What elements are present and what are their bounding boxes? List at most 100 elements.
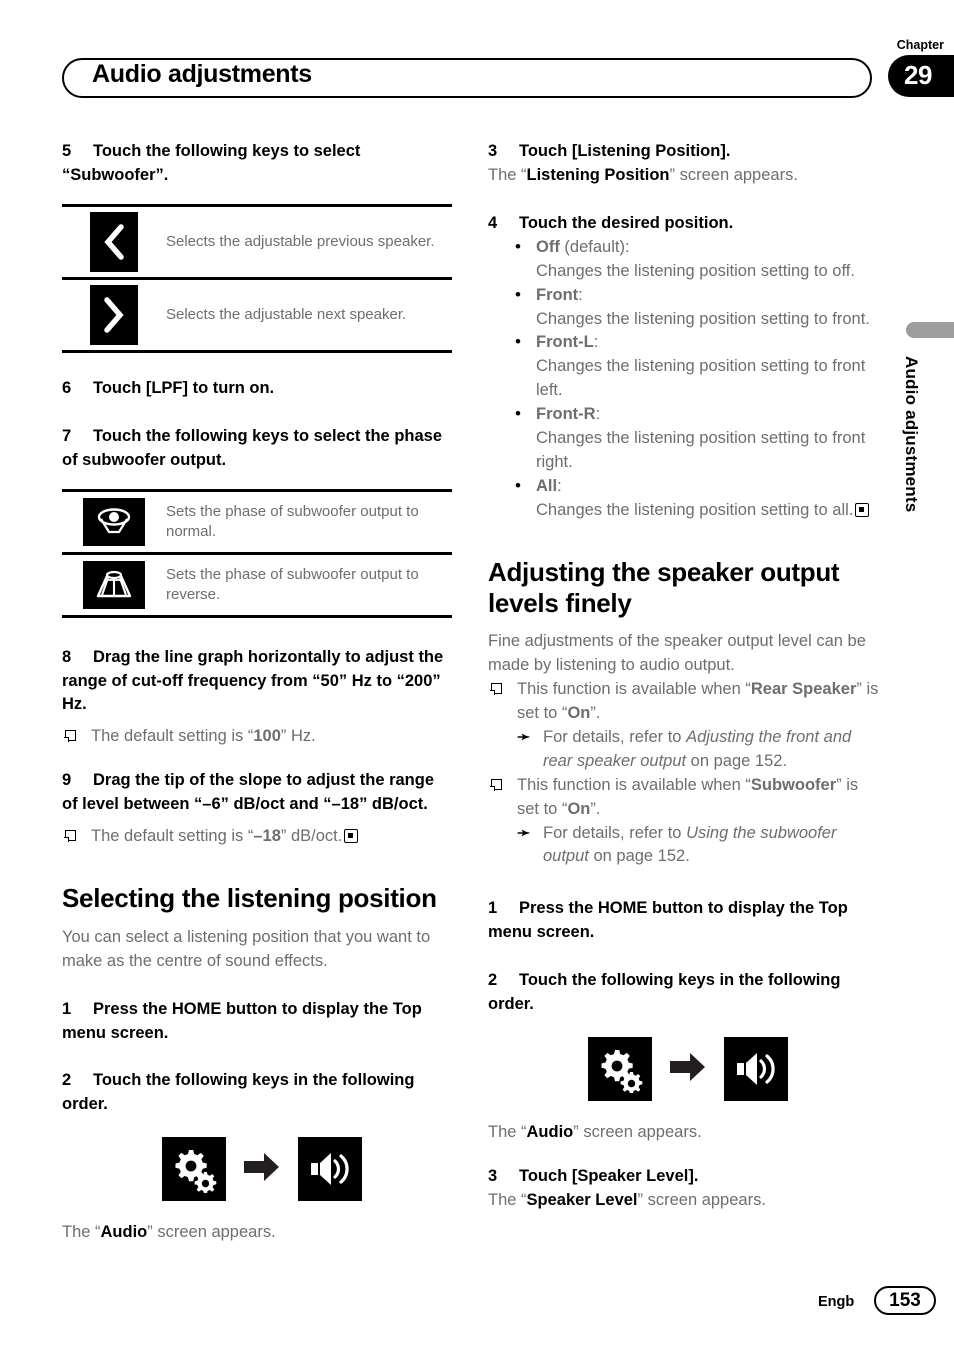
table-row: Selects the adjustable next speaker. — [62, 280, 452, 350]
note-1-bold-1: Rear Speaker — [750, 680, 857, 699]
sl-step-2-text: Touch the following keys in the followin… — [488, 971, 841, 1014]
step-4: 4 Touch the desired position. — [488, 212, 880, 236]
speaker-ref-2: ➛ For details, refer to Using the subwoo… — [488, 822, 880, 870]
step-3-number: 3 — [488, 142, 498, 160]
chevron-right-icon[interactable] — [90, 284, 138, 345]
option-name: Off — [536, 237, 560, 256]
note-marker-icon — [490, 778, 502, 791]
bullet-icon: • — [515, 236, 521, 256]
left-column: 5 Touch the following keys to select “Sub… — [62, 140, 454, 1245]
lp-step-1-number: 1 — [62, 999, 72, 1018]
list-item: • Front: Changes the listening position … — [488, 284, 880, 332]
arrow-right-icon — [670, 1052, 706, 1087]
sl-result-text: The “Audio” screen appears. — [488, 1121, 880, 1145]
sl-result-post: ” screen appears. — [573, 1123, 702, 1142]
option-suffix: : — [557, 476, 562, 495]
note-text-post: ” dB/oct. — [280, 827, 343, 846]
lp-result-post: ” screen appears. — [147, 1223, 276, 1242]
side-tab-marker — [906, 322, 954, 338]
step-7: 7 Touch the following keys to select the … — [62, 425, 454, 473]
table-row: Selects the adjustable previous speaker. — [62, 207, 452, 280]
ref-2-pre: For details, refer to — [543, 823, 687, 842]
chapter-label: Chapter — [896, 38, 944, 52]
option-name: All — [536, 476, 558, 495]
step-9-text: Drag the tip of the slope to adjust the … — [62, 771, 435, 814]
sl-key-sequence — [588, 1037, 880, 1102]
step-9-note: The default setting is “–18” dB/oct. — [62, 825, 454, 849]
note-marker-icon — [490, 683, 502, 696]
footer-language: Engb — [818, 1294, 855, 1310]
section-intro-speaker-levels: Fine adjustments of the speaker output l… — [488, 632, 866, 675]
footer-page-number: 153 — [874, 1286, 936, 1315]
list-item: • Front-R: Changes the listening positio… — [488, 403, 880, 475]
speaker-volume-icon[interactable] — [298, 1137, 362, 1202]
step-7-text: Touch the following keys to select the p… — [62, 426, 443, 469]
list-item: • All: Changes the listening position se… — [488, 475, 880, 523]
bullet-icon: • — [515, 404, 521, 424]
list-item: • Off (default): Changes the listening p… — [488, 236, 880, 284]
option-name: Front-R — [536, 405, 596, 424]
note-2-post: ”. — [590, 799, 601, 818]
option-desc: Changes the listening position setting t… — [536, 309, 870, 328]
step-3-result-pre: The “ — [488, 165, 527, 184]
key-icon-cell — [62, 211, 166, 272]
lp-step-1: 1 Press the HOME button to display the To… — [62, 998, 454, 1046]
option-desc: Changes the listening position setting t… — [536, 500, 854, 519]
arrow-right-icon — [244, 1152, 280, 1187]
option-name: Front — [536, 285, 579, 304]
bullet-icon: • — [515, 332, 521, 352]
key-description: Selects the adjustable next speaker. — [166, 306, 407, 324]
note-marker-icon — [64, 730, 76, 743]
option-desc: Changes the listening position setting t… — [536, 357, 866, 400]
note-text-post: ” Hz. — [280, 727, 316, 746]
reference-arrow-icon: ➛ — [517, 824, 531, 842]
step-3-result-post: ” screen appears. — [669, 165, 798, 184]
key-description: Sets the phase of subwoofer output to no… — [166, 503, 419, 540]
speaker-ref-1: ➛ For details, refer to Adjusting the fr… — [488, 726, 880, 774]
bullet-icon: • — [515, 284, 521, 304]
key-description: Selects the adjustable previous speaker. — [166, 233, 435, 251]
sl-step-1-text: Press the HOME button to display the Top… — [488, 899, 848, 942]
table-row: Sets the phase of subwoofer output to re… — [62, 555, 452, 615]
sl-step-3-result-post: ” screen appears. — [637, 1190, 766, 1209]
page-title: Audio adjustments — [92, 60, 312, 88]
step-8-number: 8 — [62, 647, 72, 666]
key-icon-cell — [62, 497, 166, 546]
note-2-pre: This function is available when “ — [517, 775, 751, 794]
lp-result-pre: The “ — [62, 1223, 101, 1242]
key-icon-cell — [62, 560, 166, 609]
section-heading-listening-position: Selecting the listening position — [62, 883, 437, 914]
step-3-text: Touch [Listening Position]. — [519, 142, 731, 160]
lp-step-2: 2 Touch the following keys in the followi… — [62, 1069, 454, 1117]
step-6: 6 Touch [LPF] to turn on. — [62, 377, 454, 401]
chevron-left-icon[interactable] — [90, 211, 138, 272]
speaker-note-2: This function is available when “Subwoof… — [488, 774, 880, 822]
gears-icon[interactable] — [588, 1037, 652, 1102]
key-icon-cell — [62, 284, 166, 345]
step-8: 8 Drag the line graph horizontally to adj… — [62, 646, 454, 718]
sl-step-3-text: Touch [Speaker Level]. — [519, 1167, 699, 1185]
section-end-marker-icon — [344, 829, 359, 844]
gears-icon[interactable] — [162, 1137, 226, 1202]
lp-step-1-text: Press the HOME button to display the Top… — [62, 999, 422, 1042]
lp-key-sequence — [162, 1137, 454, 1202]
lp-result-text: The “Audio” screen appears. — [62, 1221, 454, 1245]
speaker-normal-phase-icon[interactable] — [83, 497, 145, 546]
lp-step-2-text: Touch the following keys in the followin… — [62, 1071, 415, 1114]
speaker-volume-icon[interactable] — [724, 1037, 788, 1102]
sl-step-3-result: The “Speaker Level” screen appears. — [488, 1189, 880, 1213]
right-column: 3 Touch [Listening Position]. The “Listen… — [488, 140, 880, 1213]
option-suffix: : — [595, 405, 601, 424]
table-row: Sets the phase of subwoofer output to no… — [62, 492, 452, 555]
option-suffix: (default): — [559, 237, 630, 256]
step-6-number: 6 — [62, 378, 72, 397]
chapter-number: 29 — [904, 60, 932, 90]
sl-step-2: 2 Touch the following keys in the followi… — [488, 969, 880, 1017]
note-1-bold-2: On — [567, 703, 591, 722]
note-text-bold: –18 — [253, 827, 281, 846]
step-4-number: 4 — [488, 213, 498, 232]
speaker-reverse-phase-icon[interactable] — [83, 560, 145, 609]
step-9-number: 9 — [62, 771, 72, 790]
section-intro-listening-position: You can select a listening position that… — [62, 927, 431, 970]
sl-result-bold: Audio — [526, 1123, 574, 1142]
